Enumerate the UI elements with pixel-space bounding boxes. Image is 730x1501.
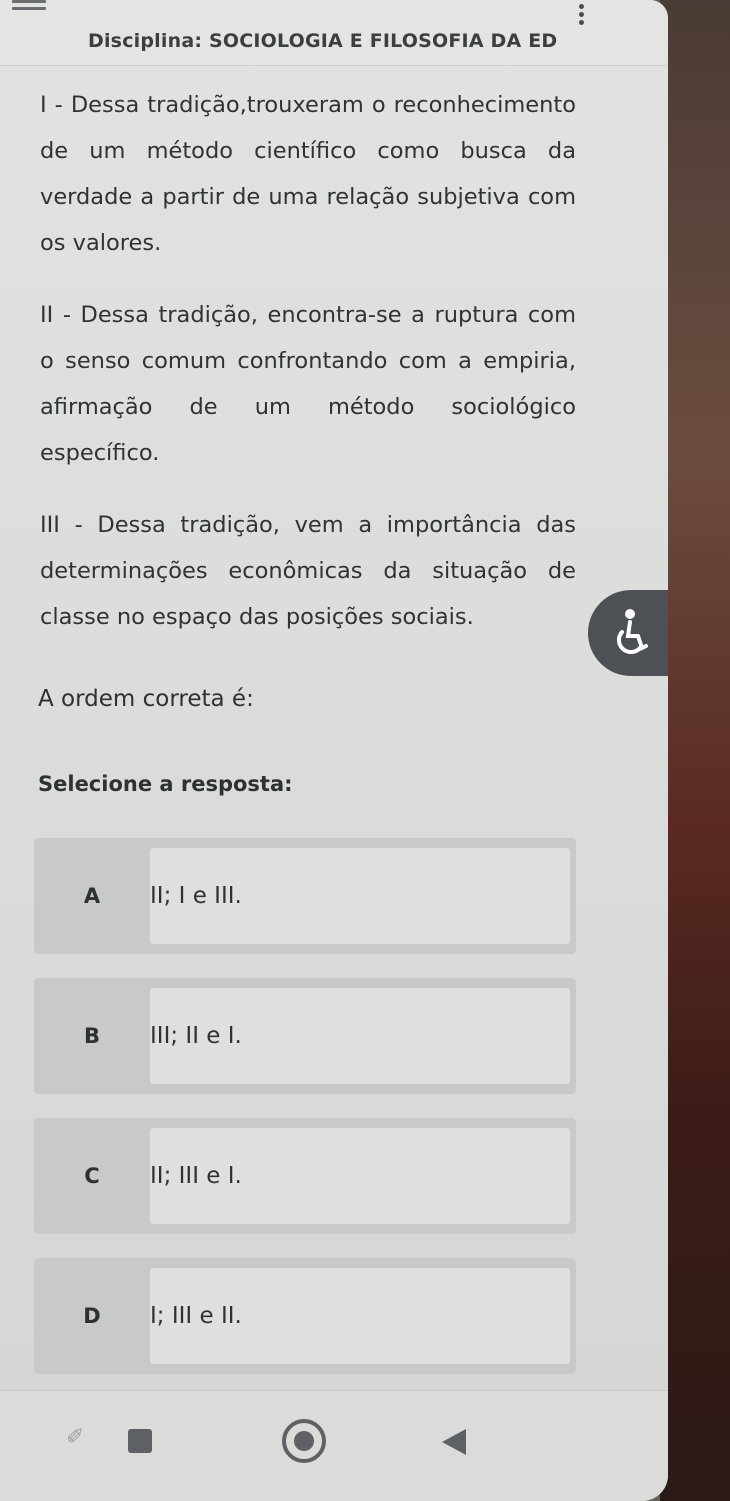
answer-option-c[interactable]: C II; III e I. xyxy=(34,1118,576,1234)
accessibility-icon[interactable] xyxy=(588,590,668,676)
question-body: I - Dessa tradição,trouxeram o reconheci… xyxy=(40,82,576,666)
app-screen: Disciplina: SOCIOLOGIA E FILOSOFIA DA ED… xyxy=(0,0,668,1501)
answer-option-d[interactable]: D I; III e II. xyxy=(34,1258,576,1374)
vertical-dots-icon[interactable] xyxy=(576,4,586,30)
hamburger-icon[interactable] xyxy=(12,0,46,16)
question-prompt: A ordem correta é: xyxy=(38,686,254,712)
statement-iii: III - Dessa tradição, vem a importância … xyxy=(40,512,576,630)
option-text: II; I e III. xyxy=(150,848,570,944)
select-answer-label: Selecione a resposta: xyxy=(38,772,293,796)
answer-option-a[interactable]: A II; I e III. xyxy=(34,838,576,954)
square-icon[interactable] xyxy=(128,1429,152,1453)
option-letter: A xyxy=(83,884,101,908)
option-text: II; III e I. xyxy=(150,1128,570,1224)
option-letter: B xyxy=(83,1024,100,1048)
stylus-icon: ✐ xyxy=(66,1425,85,1450)
statement-ii: II - Dessa tradição, encontra-se a ruptu… xyxy=(40,302,576,466)
option-letter: C xyxy=(84,1164,100,1188)
triangle-back-icon[interactable] xyxy=(442,1429,466,1455)
option-letter: D xyxy=(83,1304,101,1328)
answer-option-b[interactable]: B III; II e I. xyxy=(34,978,576,1094)
circle-home-icon[interactable] xyxy=(282,1419,326,1463)
background-edge xyxy=(660,0,730,1501)
option-text: I; III e II. xyxy=(150,1268,570,1364)
option-text: III; II e I. xyxy=(150,988,570,1084)
system-nav-bar: ✐ xyxy=(0,1390,668,1501)
accessibility-glyph xyxy=(616,609,648,655)
statement-i: I - Dessa tradição,trouxeram o reconheci… xyxy=(40,92,576,256)
discipline-title: Disciplina: SOCIOLOGIA E FILOSOFIA DA ED… xyxy=(88,30,558,52)
app-header: Disciplina: SOCIOLOGIA E FILOSOFIA DA ED… xyxy=(0,0,668,66)
